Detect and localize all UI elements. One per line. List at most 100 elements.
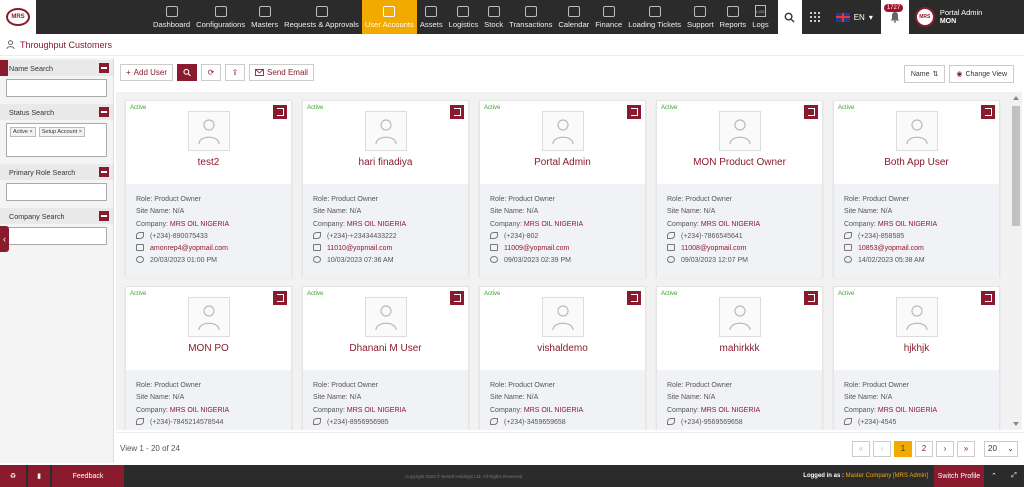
user-card[interactable]: Active Dhanani M User Role: Product Owner S… [302, 286, 469, 430]
user-name[interactable]: MON Product Owner [657, 157, 822, 168]
nav-item-configurations[interactable]: Configurations [193, 0, 248, 34]
nav-item-support[interactable]: Support [684, 0, 717, 34]
nav-item-finance[interactable]: Finance [592, 0, 625, 34]
collapse-icon[interactable] [99, 63, 109, 73]
page-2-button[interactable]: 2 [915, 440, 933, 457]
nav-item-logistics[interactable]: Logistics [446, 0, 482, 34]
login-as-button[interactable] [627, 291, 641, 305]
feedback-button[interactable]: Feedback [52, 465, 124, 487]
login-as-button[interactable] [804, 291, 818, 305]
add-user-button[interactable]: + Add User [120, 64, 174, 81]
sidebar-handle[interactable] [0, 60, 8, 76]
nav-item-stock[interactable]: Stock [481, 0, 506, 34]
next-page-button[interactable]: › [936, 440, 954, 457]
sort-by-name-button[interactable]: Name ⇅ [903, 65, 946, 83]
status-tag-setup[interactable]: Setup Account × [38, 127, 85, 137]
chevron-up-icon[interactable]: ⌃ [984, 465, 1004, 487]
user-name[interactable]: test2 [126, 157, 291, 168]
user-card[interactable]: Active test2 Role: Product Owner Site Name:… [125, 100, 292, 278]
status-tag-active[interactable]: Active × [10, 127, 36, 137]
name-search-header[interactable]: Name Search [0, 60, 113, 76]
user-card[interactable]: Active Both App User Role: Product Owner Si… [833, 100, 1000, 278]
sidebar-collapse-button[interactable]: ‹ [0, 226, 9, 252]
user-card[interactable]: Active Portal Admin Role: Product Owner Sit… [479, 100, 646, 278]
fullscreen-icon[interactable]: ⤢ [1004, 465, 1024, 487]
prev-page-button[interactable]: ‹ [873, 440, 891, 457]
user-name[interactable]: mahirkkk [657, 343, 822, 354]
nav-item-loading-tickets[interactable]: Loading Tickets [625, 0, 684, 34]
collapse-icon[interactable] [99, 167, 109, 177]
nav-item-transactions[interactable]: Transactions [506, 0, 555, 34]
apps-grid-button[interactable] [802, 0, 828, 34]
scrollbar-thumb[interactable] [1012, 106, 1020, 226]
nav-item-assets[interactable]: Assets [417, 0, 446, 34]
user-name[interactable]: Both App User [834, 157, 999, 168]
search-users-button[interactable] [177, 64, 198, 81]
login-as-button[interactable] [273, 105, 287, 119]
company-link[interactable]: MRS OIL NIGERIA [524, 221, 583, 228]
notification-button[interactable]: 1727 [880, 0, 909, 34]
user-name[interactable]: hjkhjk [834, 343, 999, 354]
company-link[interactable]: MRS OIL NIGERIA [170, 407, 229, 414]
nav-item-calendar[interactable]: Calendar [555, 0, 592, 34]
company-link[interactable]: MRS OIL NIGERIA [170, 221, 229, 228]
company-search-header[interactable]: Company Search [0, 208, 113, 224]
recycle-button[interactable]: ♻ [0, 465, 26, 487]
primary-role-input[interactable] [6, 183, 107, 201]
first-page-button[interactable]: « [852, 440, 870, 457]
login-as-button[interactable] [273, 291, 287, 305]
change-view-button[interactable]: ◉ Change View [949, 65, 1014, 83]
email-link[interactable]: 11009@yopmail.com [504, 245, 569, 252]
company-link[interactable]: MRS OIL NIGERIA [701, 221, 760, 228]
refresh-button[interactable]: ⟳ [201, 64, 222, 81]
nav-item-requests-approvals[interactable]: Requests & Approvals [281, 0, 362, 34]
search-button[interactable] [777, 0, 802, 34]
user-name[interactable]: hari finadiya [303, 157, 468, 168]
user-name[interactable]: Portal Admin [480, 157, 645, 168]
nav-item-logs[interactable]: LOG Logs [749, 0, 771, 34]
language-selector[interactable]: EN ▾ [828, 0, 881, 34]
email-link[interactable]: 10853@yopmail.com [858, 245, 924, 252]
company-search-input[interactable] [6, 227, 107, 245]
user-card[interactable]: Active hjkhjk Role: Product Owner Site Name… [833, 286, 1000, 430]
login-as-button[interactable] [450, 291, 464, 305]
vertical-scrollbar[interactable] [1010, 92, 1022, 430]
company-link[interactable]: MRS OIL NIGERIA [347, 221, 406, 228]
company-link[interactable]: MRS OIL NIGERIA [347, 407, 406, 414]
brand-logo[interactable]: MRS [0, 0, 36, 34]
user-card[interactable]: Active vishaldemo Role: Product Owner Site … [479, 286, 646, 430]
profile-menu[interactable]: MRS Portal Admin MON [909, 0, 993, 34]
nav-item-reports[interactable]: Reports [717, 0, 750, 34]
user-name[interactable]: Dhanani M User [303, 343, 468, 354]
user-name[interactable]: MON PO [126, 343, 291, 354]
bookmark-button[interactable]: ▮ [28, 465, 50, 487]
user-card[interactable]: Active MON Product Owner Role: Product Own… [656, 100, 823, 278]
last-page-button[interactable]: » [957, 440, 975, 457]
nav-item-masters[interactable]: Masters [248, 0, 281, 34]
export-button[interactable]: ⇪ [225, 64, 246, 81]
company-link[interactable]: MRS OIL NIGERIA [878, 221, 937, 228]
email-link[interactable]: amonrep4@yopmail.com [150, 245, 228, 252]
login-as-button[interactable] [981, 291, 995, 305]
primary-role-search-header[interactable]: Primary Role Search [0, 164, 113, 180]
scroll-up-icon[interactable] [1013, 96, 1019, 100]
login-as-button[interactable] [627, 105, 641, 119]
nav-item-dashboard[interactable]: Dashboard [150, 0, 193, 34]
company-link[interactable]: MRS OIL NIGERIA [878, 407, 937, 414]
email-link[interactable]: 11010@yopmail.com [327, 245, 392, 252]
page-1-button[interactable]: 1 [894, 440, 912, 457]
status-multiselect[interactable]: Active × Setup Account × [6, 123, 107, 157]
name-search-input[interactable] [6, 79, 107, 97]
login-as-button[interactable] [450, 105, 464, 119]
nav-item-user-accounts[interactable]: User Accounts [361, 0, 417, 34]
send-email-button[interactable]: Send Email [249, 64, 314, 81]
company-link[interactable]: MRS OIL NIGERIA [701, 407, 760, 414]
collapse-icon[interactable] [99, 211, 109, 221]
company-link[interactable]: MRS OIL NIGERIA [524, 407, 583, 414]
login-as-button[interactable] [804, 105, 818, 119]
switch-profile-button[interactable]: Switch Profile [934, 465, 984, 487]
per-page-select[interactable]: 20 ⌄ [984, 440, 1018, 457]
collapse-icon[interactable] [99, 107, 109, 117]
scroll-down-icon[interactable] [1013, 422, 1019, 426]
user-name[interactable]: vishaldemo [480, 343, 645, 354]
